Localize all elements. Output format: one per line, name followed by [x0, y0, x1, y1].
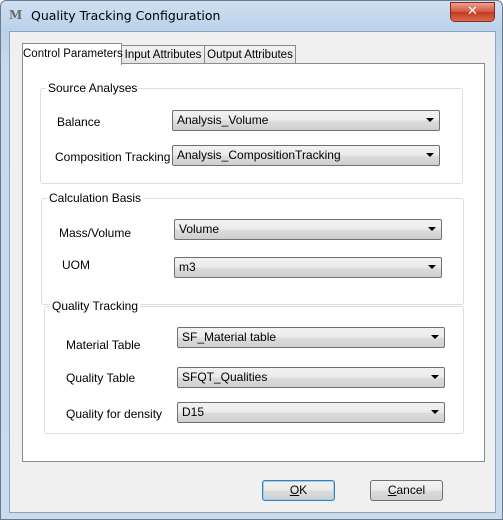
dialog-client-area: Control Parameters Input Attributes Outp…	[9, 31, 496, 513]
group-title-quality-tracking: Quality Tracking	[50, 299, 141, 313]
uom-value: m3	[179, 260, 196, 274]
uom-select[interactable]: m3	[174, 257, 442, 278]
quality-table-value: SFQT_Qualities	[182, 370, 268, 384]
composition-tracking-select[interactable]: Analysis_CompositionTracking	[172, 145, 440, 166]
material-table-label: Material Table	[66, 338, 141, 352]
window-title: Quality Tracking Configuration	[31, 8, 221, 23]
title-bar[interactable]: M Quality Tracking Configuration ✕	[1, 1, 502, 31]
chevron-down-icon	[431, 375, 439, 379]
composition-tracking-label: Composition Tracking	[55, 150, 171, 164]
balance-select[interactable]: Analysis_Volume	[172, 110, 440, 131]
mass-volume-label: Mass/Volume	[59, 226, 132, 240]
quality-table-select[interactable]: SFQT_Qualities	[177, 367, 445, 388]
chevron-down-icon	[428, 265, 436, 269]
tab-output-attributes[interactable]: Output Attributes	[204, 45, 296, 64]
ok-label-rest: K	[299, 483, 308, 497]
mass-volume-select[interactable]: Volume	[174, 219, 442, 240]
group-source-analyses: Source Analyses Balance Analysis_Volume …	[40, 81, 463, 184]
group-quality-tracking: Quality Tracking Material Table SF_Mater…	[44, 299, 464, 434]
composition-tracking-value: Analysis_CompositionTracking	[177, 148, 341, 162]
material-table-select[interactable]: SF_Material table	[177, 327, 445, 348]
quality-for-density-select[interactable]: D15	[177, 402, 445, 423]
cancel-button[interactable]: Cancel	[370, 480, 443, 501]
tab-panel-control-parameters: Source Analyses Balance Analysis_Volume …	[22, 63, 485, 462]
chevron-down-icon	[426, 153, 434, 157]
dialog-window: M Quality Tracking Configuration ✕ Contr…	[0, 0, 503, 520]
group-title-source-analyses: Source Analyses	[46, 81, 140, 95]
material-table-value: SF_Material table	[182, 330, 277, 344]
cancel-label-rest: ancel	[396, 483, 426, 497]
ok-mnemonic: O	[289, 483, 300, 497]
ok-button[interactable]: OK	[262, 480, 335, 501]
group-calculation-basis: Calculation Basis Mass/Volume Volume UOM…	[41, 191, 464, 305]
chevron-down-icon	[426, 118, 434, 122]
balance-label: Balance	[57, 115, 101, 129]
app-logo-icon: M	[9, 8, 23, 22]
chevron-down-icon	[428, 227, 436, 231]
chevron-down-icon	[431, 335, 439, 339]
uom-label: UOM	[62, 258, 90, 272]
close-button[interactable]: ✕	[450, 2, 495, 22]
quality-table-label: Quality Table	[66, 371, 136, 385]
tab-input-attributes[interactable]: Input Attributes	[121, 45, 205, 64]
chevron-down-icon	[431, 410, 439, 414]
group-title-calculation-basis: Calculation Basis	[47, 191, 144, 205]
balance-value: Analysis_Volume	[177, 113, 269, 127]
tab-control-parameters[interactable]: Control Parameters	[22, 43, 123, 65]
quality-for-density-value: D15	[182, 405, 205, 419]
mass-volume-value: Volume	[179, 222, 220, 236]
quality-for-density-label: Quality for density	[66, 407, 163, 421]
